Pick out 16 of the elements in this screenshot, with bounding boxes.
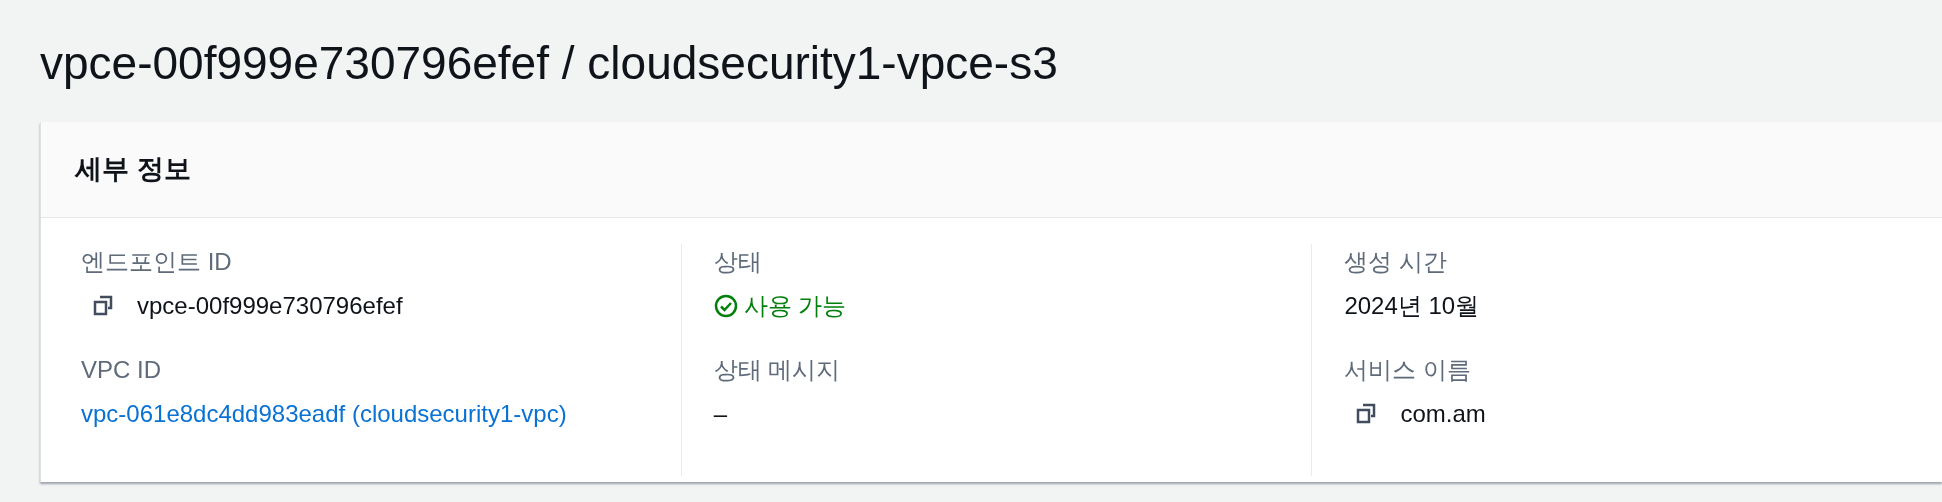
vpc-link[interactable]: vpc-061e8dc4dd983eadf (cloudsecurity1-vpc) [81, 396, 681, 432]
field-label: 서비스 이름 [1344, 355, 1473, 385]
page-title: vpce-00f999e730796efef / cloudsecurity1-vpce-s3 [39, 36, 1059, 91]
field-label: 생성 시간 [1344, 247, 1449, 277]
field-value: 2024년 10월 [1344, 291, 1481, 321]
panel-title: 세부 정보 [75, 153, 191, 187]
field-label: 상태 메시지 [713, 355, 842, 385]
field-value: com.am [1400, 399, 1486, 429]
check-circle-icon [713, 294, 738, 318]
field-label: 상태 [713, 247, 763, 277]
field-value: vpce-00f999e730796efef [137, 291, 403, 321]
field-label: VPC ID [81, 355, 162, 385]
copy-icon[interactable] [91, 294, 115, 318]
field-label: 엔드포인트 ID [81, 247, 233, 277]
field-value: – [713, 399, 729, 429]
status-text: 사용 가능 [743, 291, 847, 321]
